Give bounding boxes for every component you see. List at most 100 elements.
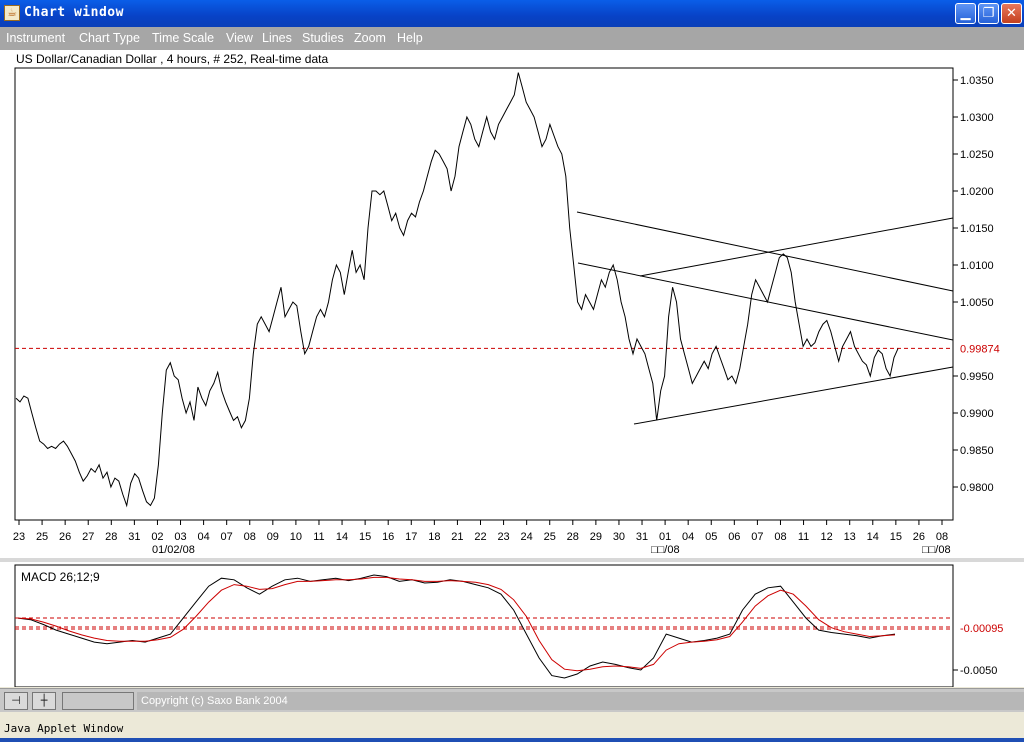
current-price-label: 0.99874 — [960, 343, 1000, 355]
maximize-button[interactable]: ❐ — [978, 3, 999, 24]
x-tick-label: 28 — [105, 531, 117, 543]
chart-area[interactable]: US Dollar/Canadian Dollar , 4 hours, # 2… — [0, 50, 1024, 687]
x-sub-label-1: 01/02/08 — [152, 544, 195, 556]
x-tick-label: 25 — [544, 531, 556, 543]
bottom-toolbar: ⊣ ┼ Copyright (c) Saxo Bank 2004 — [0, 688, 1024, 712]
price-series — [15, 72, 899, 508]
chart-canvas[interactable]: US Dollar/Canadian Dollar , 4 hours, # 2… — [0, 50, 1024, 687]
y-tick-label: 1.0250 — [960, 149, 994, 161]
x-tick-label: 14 — [867, 531, 879, 543]
y-tick-label: 1.0300 — [960, 112, 994, 124]
x-tick-label: 13 — [844, 531, 856, 543]
menu-instrument[interactable]: Instrument — [6, 31, 65, 45]
price-plot-frame — [14, 67, 954, 521]
x-tick-label: 07 — [221, 531, 233, 543]
menu-view[interactable]: View — [226, 31, 253, 45]
x-tick-label: 31 — [636, 531, 648, 543]
x-tick-label: 09 — [267, 531, 279, 543]
x-tick-label: 10 — [290, 531, 302, 543]
x-tick-label: 22 — [474, 531, 486, 543]
x-tick-label: 23 — [497, 531, 509, 543]
price-y-axis: 1.0350 1.0300 1.0250 1.0200 1.0150 1.0100 1.00… — [953, 75, 994, 494]
x-tick-label: 18 — [428, 531, 440, 543]
x-tick-label: 01 — [659, 531, 671, 543]
x-tick-label: 31 — [128, 531, 140, 543]
x-tick-label: 07 — [751, 531, 763, 543]
x-sub-label-2: □□/08 — [651, 544, 680, 556]
toolbar-field[interactable] — [62, 692, 134, 710]
macd-tick-label: -0.0050 — [960, 665, 997, 677]
y-tick-label: 1.0350 — [960, 75, 994, 87]
y-tick-label: 0.9900 — [960, 408, 994, 420]
y-tick-label: 1.0200 — [960, 186, 994, 198]
x-tick-label: 03 — [174, 531, 186, 543]
x-tick-label: 27 — [82, 531, 94, 543]
x-tick-label: 17 — [405, 531, 417, 543]
x-tick-label: 24 — [521, 531, 533, 543]
menu-zoom[interactable]: Zoom — [354, 31, 386, 45]
trendline-upper-resistance[interactable] — [576, 211, 954, 292]
menu-help[interactable]: Help — [397, 31, 423, 45]
x-tick-label: 29 — [590, 531, 602, 543]
close-icon: ✕ — [1006, 6, 1017, 21]
x-tick-label: 12 — [821, 531, 833, 543]
x-tick-label: 15 — [359, 531, 371, 543]
x-tick-label: 04 — [682, 531, 694, 543]
x-sub-label-3: □□/08 — [922, 544, 951, 556]
macd-signal-line — [17, 576, 896, 672]
copyright-text: Copyright (c) Saxo Bank 2004 — [137, 692, 1024, 710]
trendline-support[interactable] — [633, 366, 954, 425]
x-tick-label: 08 — [936, 531, 948, 543]
pin-icon: ⊣ — [11, 694, 21, 707]
chart-header: US Dollar/Canadian Dollar , 4 hours, # 2… — [16, 52, 328, 66]
menu-studies[interactable]: Studies — [302, 31, 344, 45]
pin-button[interactable]: ⊣ — [4, 692, 28, 710]
y-tick-label: 0.9950 — [960, 371, 994, 383]
x-tick-label: 25 — [36, 531, 48, 543]
x-tick-label: 04 — [197, 531, 209, 543]
x-tick-label: 30 — [613, 531, 625, 543]
crosshair-icon: ┼ — [40, 694, 48, 707]
price-line — [15, 72, 899, 508]
menu-time-scale[interactable]: Time Scale — [152, 31, 214, 45]
minimize-button[interactable]: ▁ — [955, 3, 976, 24]
menu-bar: Instrument Chart Type Time Scale View Li… — [0, 27, 1024, 50]
crosshair-button[interactable]: ┼ — [32, 692, 56, 710]
status-text: Java Applet Window — [4, 722, 124, 735]
x-tick-label: 16 — [382, 531, 394, 543]
taskbar-strip — [0, 738, 1024, 742]
macd-title: MACD 26;12;9 — [21, 570, 100, 584]
y-tick-label: 1.0150 — [960, 223, 994, 235]
x-tick-label: 28 — [567, 531, 579, 543]
x-tick-label: 21 — [451, 531, 463, 543]
y-tick-label: 1.0100 — [960, 260, 994, 272]
x-tick-label: 11 — [798, 531, 809, 543]
close-button[interactable]: ✕ — [1001, 3, 1022, 24]
x-tick-label: 26 — [59, 531, 71, 543]
time-x-axis: 23 25 26 27 28 31 02 03 04 07 08 09 10 11 14 15 16 17 18 21… — [13, 520, 948, 543]
menu-chart-type[interactable]: Chart Type — [79, 31, 140, 45]
x-tick-label: 08 — [244, 531, 256, 543]
x-tick-label: 02 — [151, 531, 163, 543]
trendline-rising[interactable] — [639, 217, 954, 277]
y-tick-label: 0.9800 — [960, 482, 994, 494]
window-title: Chart window — [24, 5, 124, 20]
x-tick-label: 05 — [705, 531, 717, 543]
x-tick-label: 14 — [336, 531, 348, 543]
pane-splitter[interactable] — [0, 558, 1024, 562]
minimize-icon: ▁ — [960, 6, 971, 21]
macd-reference-label: -0.00095 — [960, 623, 1003, 635]
x-tick-label: 06 — [728, 531, 740, 543]
menu-lines[interactable]: Lines — [262, 31, 292, 45]
y-tick-label: 1.0050 — [960, 297, 994, 309]
status-bar: Java Applet Window — [0, 712, 1024, 742]
x-tick-label: 08 — [774, 531, 786, 543]
java-cup-icon: ☕ — [4, 5, 20, 21]
x-tick-label: 23 — [13, 531, 25, 543]
y-tick-label: 0.9850 — [960, 445, 994, 457]
trendline-channel-top[interactable] — [577, 262, 954, 341]
x-tick-label: 15 — [890, 531, 902, 543]
maximize-icon: ❐ — [982, 6, 995, 21]
window-titlebar: ☕ Chart window ▁ ❐ ✕ — [0, 0, 1024, 27]
x-tick-label: 11 — [313, 531, 324, 543]
